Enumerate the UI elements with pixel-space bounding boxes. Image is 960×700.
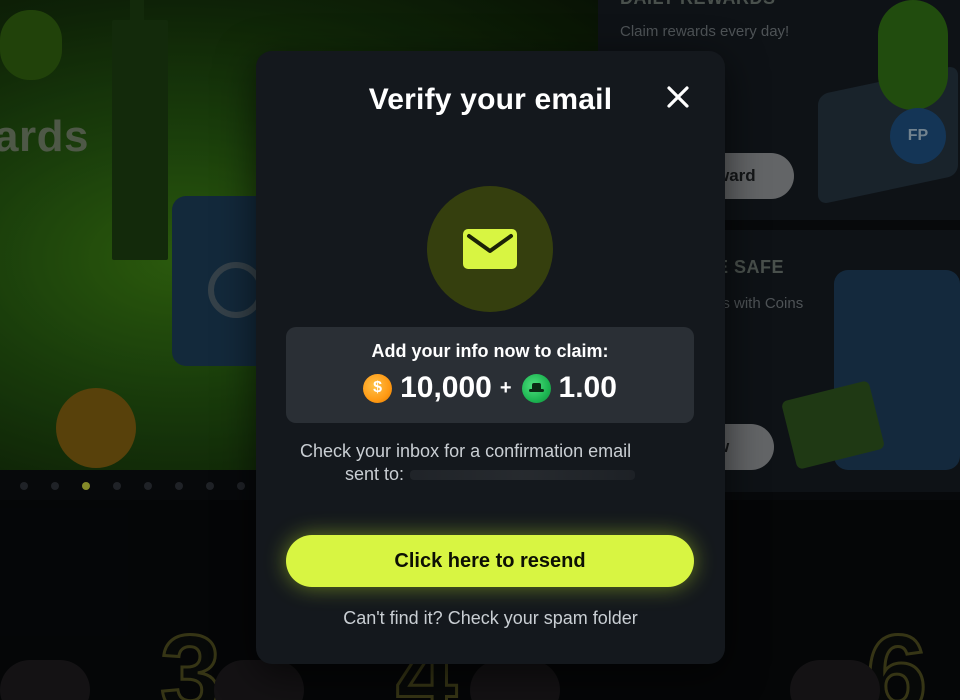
close-button[interactable]: [662, 81, 694, 113]
gold-coin-icon: $: [363, 373, 393, 403]
plus-sign: +: [499, 376, 512, 399]
claim-amounts: $ 10,000 + 1.00: [286, 371, 694, 405]
gold-coins-amount: 10,000: [400, 371, 492, 404]
redacted-email: [410, 470, 636, 481]
confirmation-info-line2-wrap: sent to:: [300, 463, 690, 486]
claim-label: Add your info now to claim:: [371, 341, 609, 361]
confirmation-info: Check your inbox for a confirmation emai…: [300, 440, 690, 486]
resend-button[interactable]: Click here to resend: [286, 535, 694, 587]
confirmation-info-line1: Check your inbox for a confirmation emai…: [300, 441, 632, 461]
mail-icon-badge: [427, 186, 553, 312]
confirmation-info-line2: sent to:: [345, 464, 405, 484]
modal-title: Verify your email: [368, 83, 613, 116]
page: ards DAILY REWARDS Claim rewards every d…: [0, 0, 960, 700]
sweeps-coin-icon: [521, 373, 551, 403]
close-icon: [667, 86, 689, 108]
claim-reward-box: Add your info now to claim: $ 10,000 + 1…: [286, 327, 694, 423]
envelope-icon: [463, 229, 517, 269]
sweeps-coins-amount: 1.00: [558, 371, 617, 404]
spam-folder-hint: Can't find it? Check your spam folder: [343, 608, 638, 628]
verify-email-modal: Verify your email Add your info now to c…: [256, 51, 725, 664]
